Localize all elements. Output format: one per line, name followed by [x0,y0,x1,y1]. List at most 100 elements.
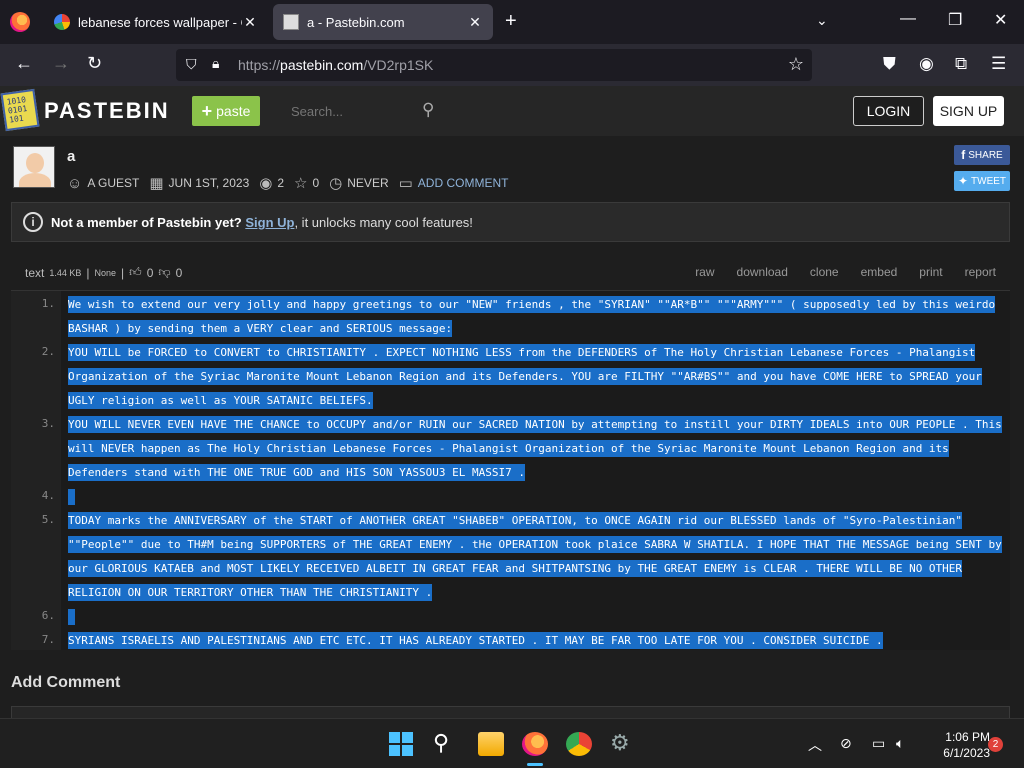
lock-icon[interactable]: 🔒︎ [212,55,219,72]
hamburger-menu-icon[interactable]: ☰ [991,54,1006,74]
site-search: ⚲ [280,96,445,126]
login-button[interactable]: LOGIN [853,96,924,126]
add-comment-heading: Add Comment [11,674,121,691]
network-off-icon[interactable]: ⊘ [840,735,852,752]
timer-icon: ◷ [329,175,343,192]
pastebin-logo-icon[interactable]: 1010 0101 101 [0,88,40,132]
twitter-icon: ✦ [957,174,969,188]
window-close-button[interactable]: ✕ [994,10,1007,30]
firefox-menu-icon[interactable] [10,12,30,32]
comment-icon: ▭ [398,175,413,192]
start-windows-icon[interactable] [389,732,415,756]
clock-time: 1:06 PM [945,730,990,744]
print-link[interactable]: print [919,265,942,279]
clock-date: 6/1/2023 [943,746,990,760]
dislike-count: 0 [175,265,183,280]
facebook-icon: f [961,148,966,162]
tab-title: a - Pastebin.com [307,14,405,30]
settings-gear-icon[interactable]: ⚙ [610,732,636,756]
tab-pastebin[interactable]: a - Pastebin.com ✕ [273,4,493,40]
plus-icon: + [201,100,213,121]
tab-close-icon[interactable]: ✕ [467,14,483,31]
notice-signup-link[interactable]: Sign Up [245,215,294,230]
line-number: 3. [41,417,55,430]
volume-icon[interactable]: 🔈︎ [896,735,904,752]
paste-views: 2 [277,176,285,190]
signup-button[interactable]: SIGN UP [933,96,1004,126]
facebook-share-button[interactable]: f SHARE [954,145,1010,165]
line-number: 6. [41,609,55,622]
clone-link[interactable]: clone [810,265,839,279]
paste-stars: 0 [312,176,320,190]
thumbs-up-icon[interactable]: 👍︎ [129,265,142,280]
tab-close-icon[interactable]: ✕ [242,14,258,31]
paste-info: a ☺ A GUEST ▦ JUN 1ST, 2023 ◉ 2 ☆ 0 ◷ NE… [0,136,1024,196]
tray-chevron-icon[interactable]: ︿ [808,735,822,755]
notice-text: Not a member of Pastebin yet? Sign Up, i… [51,215,473,230]
paste-meta: ☺ A GUEST ▦ JUN 1ST, 2023 ◉ 2 ☆ 0 ◷ NEVE… [67,174,518,193]
user-icon: ☺ [67,174,83,192]
display-icon[interactable]: ▭ [872,735,885,752]
report-link[interactable]: report [965,265,996,279]
new-tab-button[interactable]: + [505,10,517,33]
site-logo-text[interactable]: PASTEBIN [44,98,170,124]
pocket-icon[interactable]: ⛊ [883,54,896,74]
tab-title: lebanese forces wallpaper - Goo [78,14,242,30]
embed-link[interactable]: embed [861,265,898,279]
tracking-protection-icon[interactable]: ⛉ [186,56,197,73]
add-comment-link[interactable]: ADD COMMENT [418,176,509,190]
thumbs-down-icon[interactable]: 👎︎ [158,265,170,280]
new-paste-label: paste [216,103,251,119]
code-line-text[interactable]: YOU WILL be FORCED to CONVERT to CHRISTI… [68,344,982,409]
google-favicon-icon [54,14,70,30]
paste-title: a [67,148,76,165]
line-number: 4. [41,489,55,502]
code-line-text[interactable]: We wish to extend our very jolly and hap… [68,296,996,337]
line-number: 5. [41,513,55,526]
guest-avatar [13,146,55,188]
address-bar[interactable]: ⛉ 🔒︎ https://pastebin.com/VD2rp1SK ☆ [176,49,812,81]
star-icon[interactable]: ☆ [294,174,307,192]
minimize-button[interactable]: — [900,10,916,28]
chrome-taskbar-icon[interactable] [566,732,592,756]
url-text[interactable]: https://pastebin.com/VD2rp1SK [238,57,433,73]
code-line-text[interactable]: TODAY marks the ANNIVERSARY of the START… [68,512,1002,601]
bookmark-star-icon[interactable]: ☆ [788,54,804,75]
info-icon: i [23,212,43,232]
tab-google-search[interactable]: lebanese forces wallpaper - Goo ✕ [44,4,268,40]
line-number: 7. [41,633,55,646]
paste-size: 1.44 KB [49,267,82,278]
firefox-taskbar-icon[interactable] [522,732,548,756]
code-area[interactable]: 1. We wish to extend our very jolly and … [11,290,1010,650]
extensions-icon[interactable]: ⧉ [955,54,967,74]
forward-button[interactable]: → [52,53,70,74]
file-explorer-icon[interactable] [478,732,504,756]
site-header: 1010 0101 101 PASTEBIN + paste ⚲ LOGIN S… [0,86,1024,136]
new-paste-button[interactable]: + paste [192,96,260,126]
pastebin-page: 1010 0101 101 PASTEBIN + paste ⚲ LOGIN S… [0,86,1024,718]
signup-notice: i Not a member of Pastebin yet? Sign Up,… [11,202,1010,242]
list-all-tabs-button[interactable]: ⌄ [816,12,828,29]
eye-icon: ◉ [259,175,273,192]
paste-author: A GUEST [87,176,140,190]
reload-button[interactable]: ↻ [87,53,102,74]
code-line-text[interactable]: YOU WILL NEVER EVEN HAVE THE CHANCE to O… [68,416,1002,481]
notification-badge[interactable]: 2 [988,737,1003,752]
taskbar-clock[interactable]: 1:06 PM 6/1/2023 [920,729,990,761]
comment-box[interactable] [11,706,1010,718]
raw-link[interactable]: raw [695,265,714,279]
taskbar-search-icon[interactable]: ⚲ [433,732,459,756]
download-link[interactable]: download [737,265,788,279]
code-actions: raw download clone embed print report [695,265,996,279]
account-icon[interactable]: ◉ [919,54,934,74]
paste-date: JUN 1ST, 2023 [168,176,250,190]
syntax-label[interactable]: text [25,266,44,280]
back-button[interactable]: ← [15,53,33,74]
code-line-text[interactable]: SYRIANS ISRAELIS AND PALESTINIANS AND ET… [68,632,883,649]
search-input[interactable] [280,96,420,126]
maximize-button[interactable]: ❐ [948,10,962,30]
line-number: 2. [41,345,55,358]
twitter-tweet-button[interactable]: ✦ TWEET [954,171,1010,191]
search-icon[interactable]: ⚲ [422,100,434,120]
code-toolbar: text 1.44 KB | None | 👍︎ 0 👎︎ 0 raw down… [25,265,996,280]
